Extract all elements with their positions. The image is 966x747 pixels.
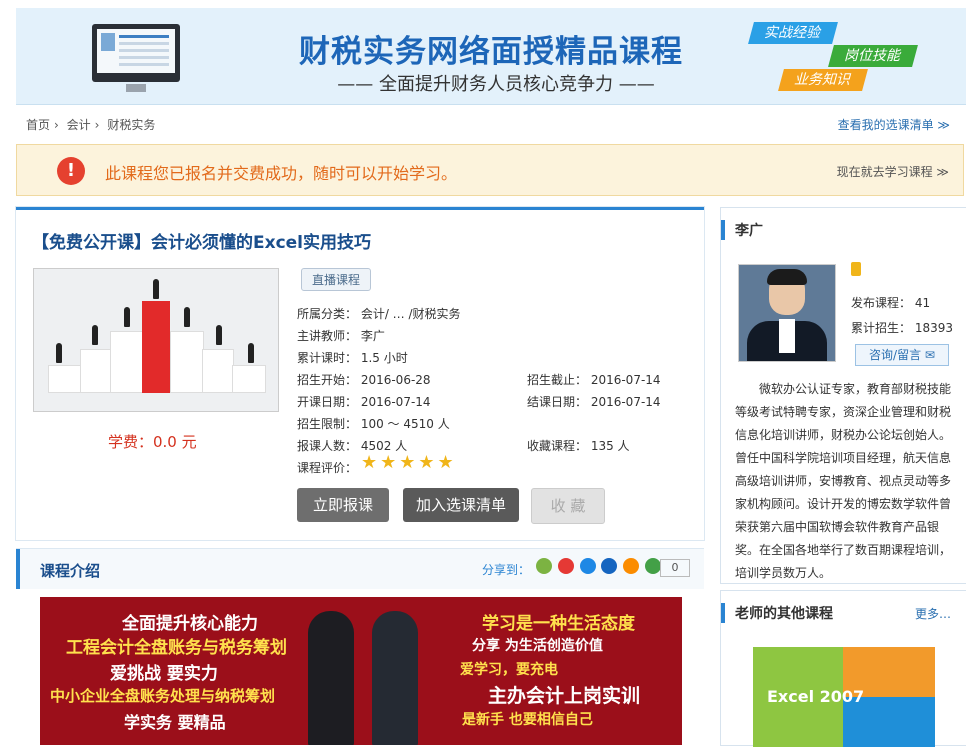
presenter-female: [372, 611, 418, 745]
share-weibo-icon[interactable]: [557, 558, 574, 574]
monitor-illustration: [92, 24, 180, 92]
breadcrumb-current[interactable]: 财税实务: [107, 118, 155, 132]
share-douban-icon[interactable]: [623, 558, 640, 574]
rating-stars: ★★★★★: [361, 452, 457, 473]
start-learning-link[interactable]: 现在就去学习课程 ≫: [837, 163, 949, 180]
teacher-photo: [738, 264, 836, 362]
course-fee: 学费：0.0 元: [108, 433, 197, 451]
promo-line-10: 是新手 也要相信自己: [462, 712, 593, 728]
banner-title: 财税实务网络面授精品课程: [299, 34, 683, 70]
share-count: 0: [660, 559, 690, 577]
course-panel: 【免费公开课】会计必须懂的Excel实用技巧 学费：0.0 元 直播课程 所属分…: [16, 207, 704, 540]
promo-line-4: 中小企业全盘账务处理与纳税筹划: [50, 687, 276, 705]
share-label: 分享到：: [482, 563, 531, 577]
promo-banner: 全面提升核心能力 工程会计全盘账务与税务筹划 爱挑战 要实力 中小企业全盘账务处…: [40, 597, 682, 745]
message-button[interactable]: 咨询/留言 ✉: [855, 344, 949, 366]
info-rating-label: 课程评价：: [297, 461, 358, 475]
info-enroll-start: 招生开始： 2016-06-28: [297, 373, 431, 387]
info-limit: 招生限制： 100 ～ 4510 人: [297, 417, 450, 431]
alert-icon: !: [57, 157, 85, 185]
live-course-badge: 直播课程: [301, 268, 372, 291]
info-favorites: 收藏课程： 135 人: [527, 439, 630, 453]
info-class-end: 结课日期： 2016-07-14: [527, 395, 661, 409]
enrollment-notice: ! 此课程您已报名并交费成功，随时可以开始学习。 现在就去学习课程 ≫: [16, 144, 964, 196]
view-course-list-link[interactable]: 查看我的选课清单 ≫: [838, 116, 950, 133]
presenter-male: [308, 611, 354, 745]
promo-line-6: 学习是一种生活态度: [482, 614, 635, 634]
banner-subtitle: —— 全面提升财务人员核心竞争力 ——: [337, 74, 655, 95]
info-enroll-end: 招生截止： 2016-07-14: [527, 373, 661, 387]
thumbnail-label: Excel 2007: [767, 687, 865, 706]
teacher-bio: 微软办公认证专家，教育部财税技能等级考试特聘专家，资深企业管理和财税信息化培训讲…: [735, 382, 952, 580]
notice-message: 此课程您已报名并交费成功，随时可以开始学习。: [105, 164, 458, 183]
info-teacher: 主讲教师： 李广: [297, 329, 385, 343]
info-duration: 累计课时： 1.5 小时: [297, 351, 408, 365]
share-qzone-icon[interactable]: [536, 558, 552, 574]
promo-line-5: 学实务 要精品: [124, 713, 226, 732]
info-class-start: 开课日期： 2016-07-14: [297, 395, 431, 409]
course-image: [33, 268, 279, 412]
intro-heading: 课程介绍: [40, 562, 101, 580]
promo-line-1: 全面提升核心能力: [122, 614, 258, 634]
breadcrumb: 首页 › 会计 › 财税实务: [26, 116, 159, 133]
promo-line-8: 爱学习，要充电: [460, 662, 558, 678]
breadcrumb-home[interactable]: 首页: [26, 118, 50, 132]
excel-course-thumbnail[interactable]: Excel 2007: [753, 647, 935, 747]
favorite-button[interactable]: 收 藏: [531, 488, 605, 524]
banner-tag-skills: 岗位技能: [828, 45, 918, 67]
promo-line-2: 工程会计全盘账务与税务筹划: [66, 638, 287, 658]
breadcrumb-accounting[interactable]: 会计: [67, 118, 91, 132]
add-to-list-button[interactable]: 加入选课清单: [403, 488, 519, 522]
banner-tag-experience: 实战经验: [748, 22, 838, 44]
promo-line-3: 爱挑战 要实力: [110, 664, 218, 684]
teacher-panel: 李广 发布课程： 41 累计招生： 18393 咨询/留言 ✉ 微软办公认证专家…: [720, 207, 966, 584]
other-courses-panel: 老师的其他课程 更多… Excel 2007: [720, 590, 966, 747]
more-courses-link[interactable]: 更多…: [915, 605, 951, 622]
course-title: 【免费公开课】会计必须懂的Excel实用技巧: [32, 233, 372, 253]
info-category: 所属分类： 会计/ … /财税实务: [297, 307, 461, 321]
share-icons: [536, 558, 663, 577]
promo-line-9: 主办会计上岗实训: [488, 685, 641, 707]
other-courses-heading: 老师的其他课程: [721, 603, 833, 623]
medal-icon: [851, 262, 861, 276]
breadcrumb-sep-icon: ›: [54, 118, 59, 132]
breadcrumb-sep-icon: ›: [94, 118, 100, 132]
teacher-courses: 发布课程： 41: [851, 296, 931, 310]
promo-line-7: 分享 为生活创造价值: [472, 638, 603, 654]
share-renren-icon[interactable]: [601, 558, 618, 574]
course-intro: 课程介绍 分享到： 0 全面提升核心能力 工程会计全盘账务与税务筹划 爱挑战 要…: [16, 548, 704, 745]
share-more-icon[interactable]: [645, 558, 662, 574]
share-qq-icon[interactable]: [579, 558, 596, 574]
top-banner: 财税实务网络面授精品课程 —— 全面提升财务人员核心竞争力 —— 实战经验 岗位…: [16, 8, 966, 105]
teacher-name: 李广: [721, 220, 763, 240]
banner-tag-knowledge: 业务知识: [778, 69, 868, 91]
teacher-students: 累计招生： 18393: [851, 321, 953, 335]
enroll-button[interactable]: 立即报课: [297, 488, 389, 522]
